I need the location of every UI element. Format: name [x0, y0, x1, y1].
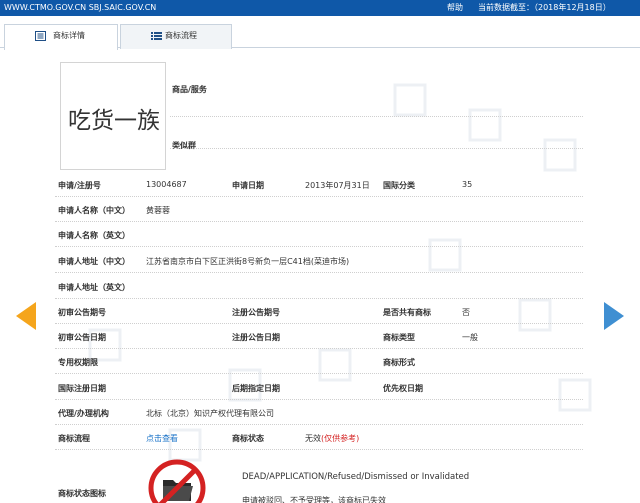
tab-label: 商标流程 [165, 31, 197, 40]
next-arrow-icon[interactable] [604, 302, 624, 330]
divider [55, 449, 583, 450]
divider [55, 323, 583, 324]
agent-value: 北标（北京）知识产权代理有限公司 [146, 409, 274, 418]
prelim-pub-date-label: 初审公告日期 [58, 333, 106, 342]
goods-services-label: 商品/服务 [172, 85, 207, 94]
address-en-label: 申请人地址（英文） [58, 283, 130, 292]
site-url: WWW.CTMO.GOV.CN SBJ.SAIC.GOV.CN [4, 3, 157, 12]
flow-label: 商标流程 [58, 434, 90, 443]
address-cn-value: 江苏省南京市白下区正洪街8号新负一层C41档(菜迪市场) [146, 257, 350, 266]
status-label: 商标状态 [232, 434, 264, 443]
tm-type-value: 一般 [462, 333, 478, 342]
shared-label: 是否共有商标 [383, 308, 431, 317]
intl-class-value: 35 [462, 180, 473, 189]
divider [55, 221, 583, 222]
address-cn-label: 申请人地址（中文） [58, 257, 130, 266]
prev-arrow-icon[interactable] [16, 302, 36, 330]
intl-class-label: 国际分类 [383, 181, 415, 190]
exclusive-period-label: 专用权期限 [58, 358, 98, 367]
later-date-label: 后期指定日期 [232, 384, 280, 393]
intl-reg-date-label: 国际注册日期 [58, 384, 106, 393]
app-date-label: 申请日期 [232, 181, 264, 190]
divider [55, 272, 583, 273]
applicant-en-label: 申请人名称（英文） [58, 231, 130, 240]
divider [55, 298, 583, 299]
divider [55, 348, 583, 349]
divider [55, 424, 583, 425]
trademark-image: 吃货一族 [60, 62, 166, 170]
agent-label: 代理/办理机构 [58, 409, 109, 418]
trademark-text: 吃货一族 [68, 108, 160, 134]
shared-value: 否 [462, 308, 470, 317]
top-bar: WWW.CTMO.GOV.CN SBJ.SAIC.GOV.CN 帮助 当前数据截… [0, 0, 640, 16]
tm-type-label: 商标类型 [383, 333, 415, 342]
divider [55, 196, 583, 197]
applicant-cn-value: 黄蓉蓉 [146, 206, 170, 215]
tab-bar: 商标详情 商标流程 [0, 20, 640, 50]
data-date: 当前数据截至：（2018年12月18日） [478, 3, 611, 12]
document-icon [35, 31, 46, 41]
applicant-cn-label: 申请人名称（中文） [58, 206, 130, 215]
app-no-value: 13004687 [146, 180, 187, 189]
priority-date-label: 优先权日期 [383, 384, 423, 393]
status-value: 无效(仅供参考) [305, 433, 359, 444]
reg-pub-no-label: 注册公告期号 [232, 308, 280, 317]
tab-label: 商标详情 [53, 31, 85, 40]
reg-pub-date-label: 注册公告日期 [232, 333, 280, 342]
prohibited-folder-icon [148, 459, 206, 503]
tab-trademark-flow[interactable]: 商标流程 [120, 24, 232, 49]
status-cn-text: 申请被驳回、不予受理等，该商标已失效 [242, 496, 386, 503]
status-text: 无效 [305, 434, 321, 443]
status-en-text: DEAD/APPLICATION/Refused/Dismissed or In… [242, 472, 470, 482]
tm-form-label: 商标形式 [383, 358, 415, 367]
divider [55, 373, 583, 374]
view-flow-link[interactable]: 点击查看 [146, 433, 178, 444]
status-icon-label: 商标状态图标 [58, 489, 106, 498]
tab-trademark-details[interactable]: 商标详情 [4, 24, 118, 50]
divider [55, 399, 583, 400]
status-note: (仅供参考) [321, 434, 360, 443]
similar-group-label: 类似群 [172, 141, 196, 150]
prelim-pub-no-label: 初审公告期号 [58, 308, 106, 317]
help-link[interactable]: 帮助 [447, 0, 463, 16]
app-date-value: 2013年07月31日 [305, 181, 370, 190]
list-icon [151, 32, 162, 40]
divider [170, 148, 583, 149]
app-no-label: 申请/注册号 [58, 181, 101, 190]
divider [170, 116, 583, 117]
divider [55, 246, 583, 247]
